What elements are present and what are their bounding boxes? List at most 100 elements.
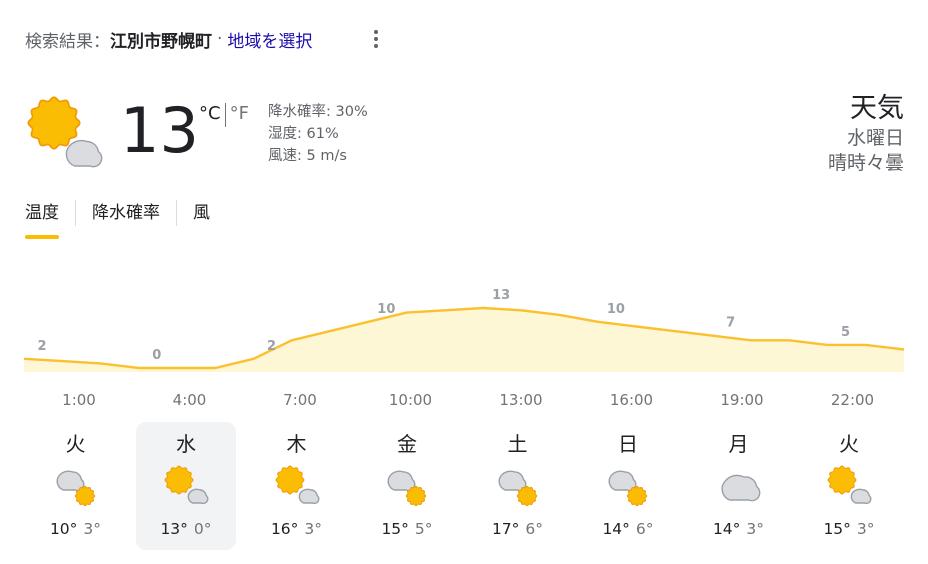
high-temperature: 14° [712,520,741,538]
temperature-data-label: 13 [492,288,510,303]
day-name: 火 [839,432,859,456]
search-result-prefix: 検索結果： [25,31,110,52]
unit-toggle: °C °F [199,103,249,127]
wind-text: 風速: 5 m/s [268,148,347,164]
temperature-data-label: 5 [841,325,850,340]
day-forecast-item[interactable]: 金 15° 5° [357,422,457,550]
weather-title: 天気 [850,93,904,124]
day-forecast-item[interactable]: 火 15° 3° [799,422,899,550]
day-temperatures: 17° 6° [468,520,568,538]
day-name: 月 [728,432,749,456]
high-temperature: 15° [823,520,851,538]
high-temperature: 16° [270,520,299,538]
current-day: 水曜日 [846,127,904,149]
day-name: 日 [618,432,638,456]
low-temperature: 5° [414,520,433,538]
day-temperatures: 15° 3° [799,520,899,538]
time-label: 22:00 [830,391,875,409]
day-name: 水 [176,432,196,456]
day-temperatures: 14° 3° [689,520,789,538]
partly-sunny-icon [26,96,104,174]
location-name: 江別市野幌町 [110,31,212,52]
day-temperatures: 15° 5° [357,520,457,538]
cloudy-icon [715,462,763,510]
more-options-icon[interactable] [368,30,384,48]
tab-temperature[interactable]: 温度 [25,196,59,239]
select-region-link[interactable]: 地域を選択 [227,27,312,52]
low-temperature: 6° [525,520,544,538]
day-forecast-item[interactable]: 日 14° 6° [578,422,678,550]
sun-shape [27,96,81,150]
day-temperatures: 13° 0° [136,520,236,538]
separator-dot: · [217,29,223,49]
temperature-data-label: 10 [607,302,625,317]
chart-tabs: 温度 降水確率 風 [25,196,210,239]
day-name: 土 [507,432,528,456]
search-result-header: 検索結果： 江別市野幌町 · 地域を選択 [25,26,312,52]
humidity-text: 湿度: 61% [268,126,339,142]
partly-sunny-icon [273,462,321,510]
high-temperature: 13° [160,520,188,538]
current-condition: 晴時々曇 [827,152,904,174]
low-temperature: 3° [83,520,102,538]
day-forecast-item[interactable]: 月 14° 3° [689,422,789,550]
tab-precipitation[interactable]: 降水確率 [92,196,160,230]
temperature-chart: 2 0 2 10 13 10 7 5 [23,288,905,372]
temperature-data-label: 2 [267,339,276,354]
day-temperatures: 10° 3° [26,520,126,538]
day-forecast-item[interactable]: 木 16° 3° [247,422,347,550]
low-temperature: 3° [746,520,765,538]
sunny-then-cloudy-icon [383,462,431,510]
temperature-data-label: 10 [377,302,395,317]
precipitation-text: 降水確率: 30% [268,104,368,120]
sunny-then-cloudy-icon [52,462,100,510]
cloud-shape [850,488,872,505]
fahrenheit-button[interactable]: °F [230,103,249,124]
high-temperature: 14° [602,520,630,538]
day-name: 金 [397,432,417,456]
unit-divider [224,103,226,127]
day-forecast-item[interactable]: 土 17° 6° [468,422,568,550]
time-label: 16:00 [609,391,654,409]
partly-sunny-icon [162,462,210,510]
sun-shape [275,465,304,495]
cloud-shape [187,488,209,505]
time-label: 19:00 [720,391,764,409]
sunny-then-cloudy-icon [604,462,652,510]
cloud-shape [65,139,103,168]
temperature-data-label: 2 [37,339,46,354]
weather-summary: 天気 水曜日 晴時々曇 [828,92,904,176]
sunny-then-cloudy-icon [494,462,542,510]
temperature-data-label: 7 [726,316,735,331]
time-label: 1:00 [62,391,96,409]
celsius-button[interactable]: °C [199,103,221,124]
high-temperature: 10° [49,520,78,538]
day-forecast-item[interactable]: 火 10° 3° [26,422,126,550]
day-temperatures: 14° 6° [578,520,678,538]
tab-wind[interactable]: 風 [193,196,210,230]
cloud-shape [720,474,760,502]
temperature-data-label: 0 [152,348,161,363]
sun-shape [164,465,194,495]
weather-details: 降水確率: 30% 湿度: 61% 風速: 5 m/s [268,101,368,167]
low-temperature: 3° [856,520,875,538]
low-temperature: 6° [635,520,654,538]
time-label: 10:00 [388,391,433,409]
day-forecast-item[interactable]: 水 13° 0° [136,422,236,550]
low-temperature: 3° [304,520,323,538]
time-axis: 1:00 4:00 7:00 10:00 13:00 16:00 19:00 22:00 [0,391,928,413]
tab-divider [176,200,177,226]
current-temperature: 13 [120,94,199,167]
day-temperatures: 16° 3° [247,520,347,538]
partly-sunny-icon [825,462,873,510]
time-label: 4:00 [172,391,207,409]
low-temperature: 0° [193,520,212,538]
cloud-shape [298,488,319,505]
day-name: 火 [65,432,86,456]
day-name: 木 [286,432,307,456]
time-label: 7:00 [283,391,317,409]
high-temperature: 17° [491,520,520,538]
time-label: 13:00 [499,391,543,409]
tab-divider [75,200,76,226]
sun-shape [827,465,857,495]
